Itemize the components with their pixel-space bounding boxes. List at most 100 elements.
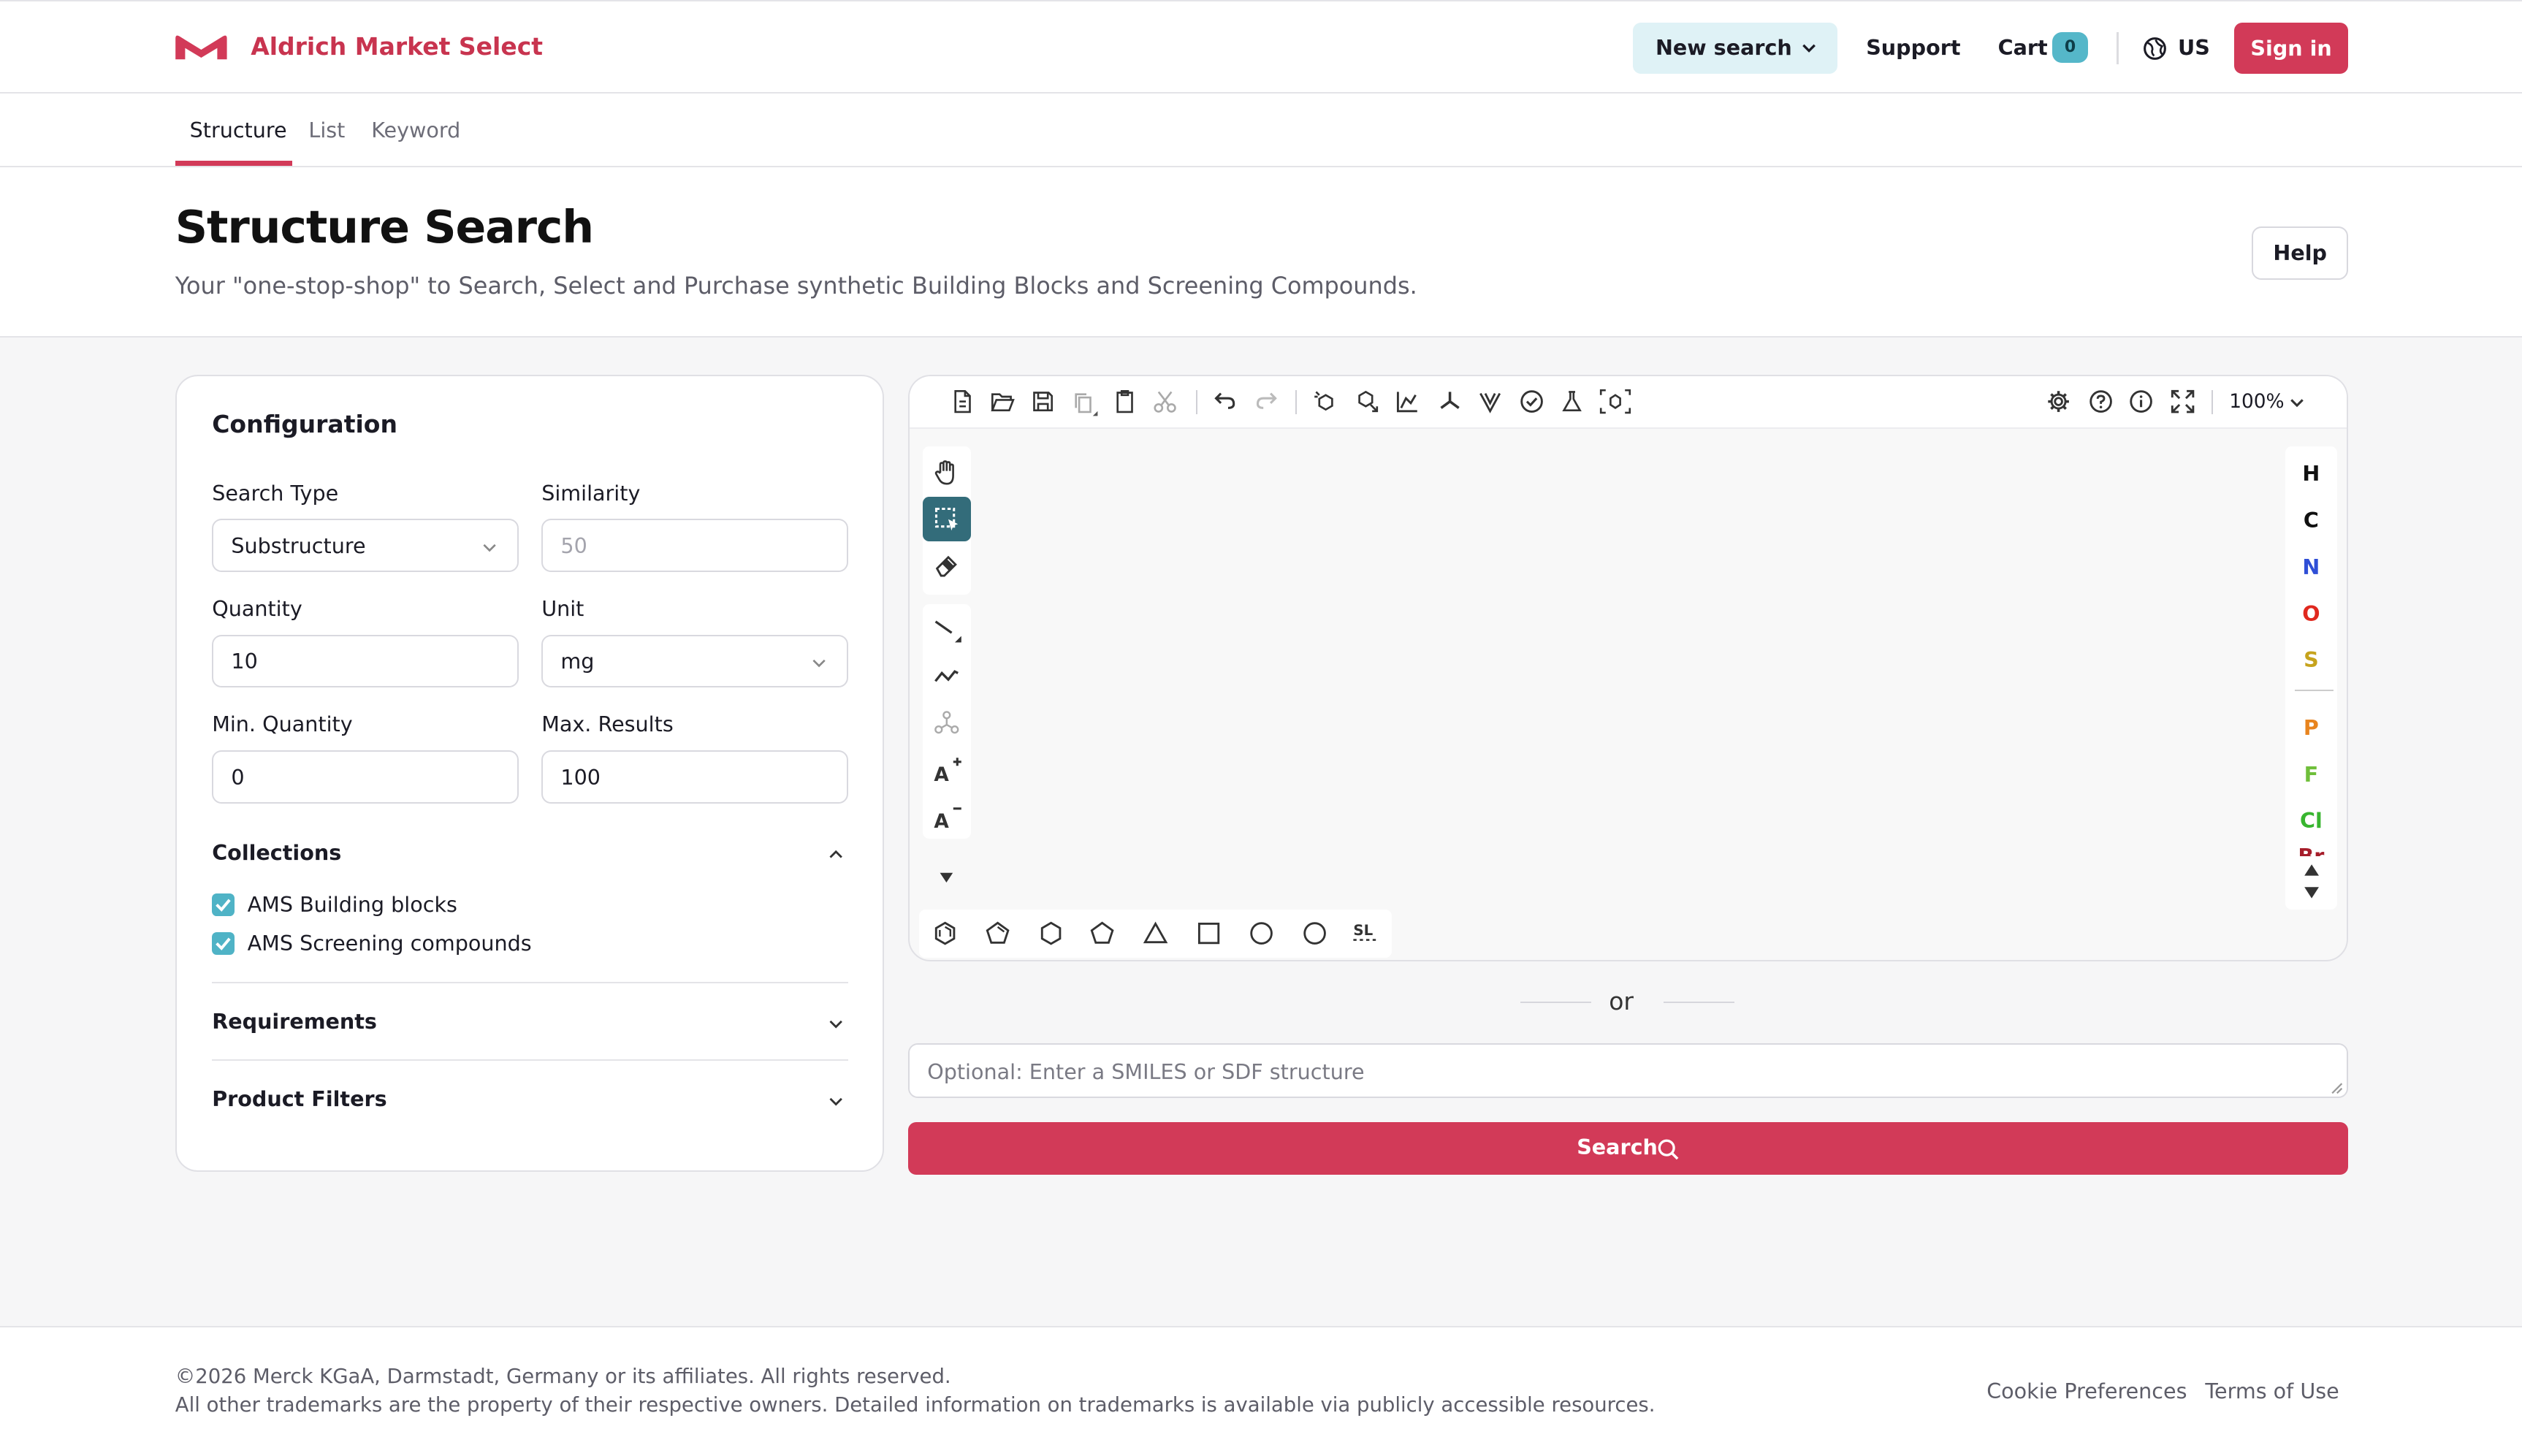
- zoom-level[interactable]: 100%: [2229, 390, 2284, 413]
- cyclopropane-icon[interactable]: [1143, 921, 1168, 946]
- fullscreen-icon[interactable]: [2170, 389, 2195, 414]
- min-quantity-value: 0: [231, 764, 245, 790]
- template-label: SL: [1353, 922, 1373, 939]
- tab-keyword[interactable]: Keyword: [371, 118, 460, 142]
- info-icon[interactable]: [2128, 389, 2154, 414]
- open-file-icon[interactable]: [990, 389, 1016, 414]
- stereo-icon[interactable]: [1437, 389, 1463, 414]
- cycloheptane-icon[interactable]: [1249, 921, 1274, 946]
- element-h[interactable]: H: [2285, 461, 2336, 486]
- chevron-down-icon[interactable]: [826, 1091, 845, 1110]
- cart-count-badge: 0: [2052, 31, 2088, 63]
- building-blocks-label[interactable]: AMS Building blocks: [248, 892, 457, 917]
- recognize-icon[interactable]: [1599, 389, 1631, 414]
- calculate-icon[interactable]: [1559, 389, 1585, 414]
- help-button[interactable]: Help: [2252, 226, 2349, 280]
- brand-name[interactable]: Aldrich Market Select: [251, 32, 543, 61]
- settings-icon[interactable]: [2046, 389, 2071, 414]
- configuration-title: Configuration: [212, 409, 397, 438]
- product-filters-header[interactable]: Product Filters: [212, 1086, 386, 1111]
- more-tools-arrow-icon[interactable]: [923, 858, 971, 904]
- paste-icon[interactable]: [1112, 389, 1138, 414]
- cart-link[interactable]: Cart: [1998, 35, 2048, 60]
- screening-compounds-label[interactable]: AMS Screening compounds: [248, 931, 532, 956]
- collections-header[interactable]: Collections: [212, 840, 341, 865]
- layout-icon[interactable]: [1313, 389, 1338, 414]
- cyclooctane-icon[interactable]: [1302, 921, 1327, 946]
- clean-up-icon[interactable]: [1355, 389, 1380, 414]
- scroll-down-icon[interactable]: [2303, 885, 2320, 900]
- chevron-down-icon: [810, 654, 828, 671]
- chevron-up-icon[interactable]: [826, 845, 845, 864]
- globe-icon[interactable]: [2143, 37, 2167, 61]
- single-bond-icon[interactable]: [923, 607, 971, 652]
- min-quantity-input[interactable]: 0: [212, 750, 519, 804]
- similarity-input[interactable]: 50: [541, 519, 849, 572]
- r-group-icon[interactable]: [923, 701, 971, 746]
- save-icon[interactable]: [1030, 389, 1056, 414]
- unit-select[interactable]: mg: [541, 634, 849, 688]
- resize-handle-icon[interactable]: [2331, 1082, 2344, 1095]
- element-f[interactable]: F: [2285, 762, 2336, 787]
- sign-in-button[interactable]: Sign in: [2234, 22, 2349, 74]
- chevron-down-icon[interactable]: [826, 1014, 845, 1033]
- charge-plus-icon[interactable]: A: [923, 747, 971, 793]
- element-br[interactable]: Br: [2285, 844, 2336, 857]
- chain-tool-icon[interactable]: [923, 654, 971, 699]
- smiles-input[interactable]: [908, 1043, 2349, 1098]
- scroll-up-icon[interactable]: [2303, 863, 2320, 877]
- element-c[interactable]: C: [2285, 508, 2336, 533]
- quantity-input[interactable]: 10: [212, 634, 519, 688]
- unit-value: mg: [560, 649, 595, 674]
- element-s[interactable]: S: [2285, 647, 2336, 672]
- select-tool-icon[interactable]: [922, 496, 971, 542]
- cyclopentadiene-icon[interactable]: [985, 921, 1010, 946]
- region-selector[interactable]: US: [2178, 35, 2210, 60]
- charge-minus-icon[interactable]: A: [923, 794, 971, 839]
- chevron-down-icon[interactable]: [1800, 39, 1818, 56]
- cut-icon[interactable]: [1152, 389, 1178, 414]
- top-header: Aldrich Market Select New search Support…: [0, 0, 2522, 94]
- tab-list[interactable]: List: [308, 118, 345, 142]
- editor-left-toolbar: A A: [922, 446, 971, 883]
- quantity-value: 10: [231, 649, 258, 674]
- element-o[interactable]: O: [2285, 601, 2336, 626]
- chevron-down-icon[interactable]: [2289, 397, 2305, 410]
- search-type-select[interactable]: Substructure: [212, 519, 519, 572]
- search-button[interactable]: Search: [908, 1121, 2349, 1175]
- structure-library-icon[interactable]: SL: [1350, 919, 1385, 948]
- support-link[interactable]: Support: [1866, 35, 1960, 60]
- chevron-down-icon: [481, 538, 498, 556]
- new-search-button[interactable]: New search: [1633, 22, 1837, 74]
- tab-structure[interactable]: Structure: [190, 118, 287, 142]
- copy-icon[interactable]: [1070, 389, 1100, 418]
- hand-tool-icon[interactable]: [923, 450, 971, 495]
- unit-label: Unit: [541, 595, 584, 621]
- search-type-label: Search Type: [212, 480, 339, 506]
- checkbox-building-blocks[interactable]: [212, 893, 235, 916]
- help-icon[interactable]: [2088, 389, 2114, 414]
- checkbox-screening-compounds[interactable]: [212, 931, 235, 955]
- cyclohexane-icon[interactable]: [1038, 921, 1064, 946]
- cookie-preferences-link[interactable]: Cookie Preferences: [1986, 1379, 2187, 1403]
- undo-icon[interactable]: [1212, 389, 1238, 414]
- new-search-label: New search: [1655, 35, 1792, 61]
- element-p[interactable]: P: [2285, 715, 2336, 740]
- benzene-icon[interactable]: [932, 921, 958, 946]
- redo-icon[interactable]: [1254, 389, 1279, 414]
- terms-of-use-link[interactable]: Terms of Use: [2205, 1379, 2339, 1403]
- new-file-icon[interactable]: [950, 389, 975, 414]
- element-cl[interactable]: Cl: [2285, 808, 2336, 833]
- search-icon: [1657, 1138, 1680, 1161]
- check-structure-icon[interactable]: [1519, 389, 1544, 414]
- aromatize-icon[interactable]: [1395, 389, 1420, 414]
- cyclopentane-icon[interactable]: [1089, 921, 1115, 946]
- requirements-header[interactable]: Requirements: [212, 1009, 377, 1034]
- element-n[interactable]: N: [2285, 554, 2336, 579]
- eraser-tool-icon[interactable]: [923, 543, 971, 588]
- dearomatize-icon[interactable]: [1477, 389, 1503, 414]
- max-results-input[interactable]: 100: [541, 750, 849, 804]
- configuration-panel: Configuration Search Type Substructure S…: [175, 374, 884, 1172]
- cyclobutane-icon[interactable]: [1196, 921, 1222, 946]
- merck-logo-icon[interactable]: [174, 34, 229, 61]
